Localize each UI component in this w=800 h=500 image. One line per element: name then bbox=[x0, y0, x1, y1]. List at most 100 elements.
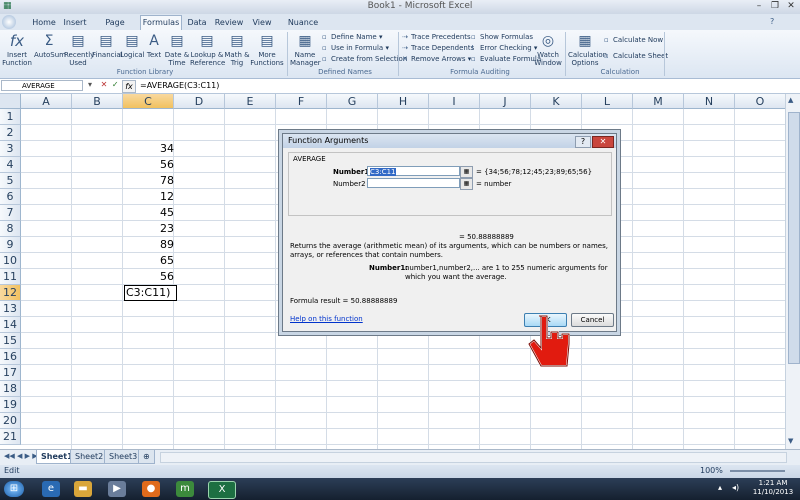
row-header-20[interactable]: 20 bbox=[0, 413, 21, 429]
remove-arrows-button[interactable]: ✕ Remove Arrows ▾ bbox=[402, 54, 471, 65]
tab-home[interactable]: Home bbox=[28, 16, 60, 30]
trace-precedents-button[interactable]: ⇢ Trace Precedents bbox=[402, 32, 471, 43]
column-header-d[interactable]: D bbox=[174, 94, 225, 109]
column-header-k[interactable]: K bbox=[531, 94, 582, 109]
cell-c8[interactable]: 23 bbox=[124, 221, 174, 237]
horizontal-scrollbar[interactable] bbox=[160, 452, 787, 463]
number1-input[interactable]: C3:C11 bbox=[367, 166, 460, 176]
row-header-19[interactable]: 19 bbox=[0, 397, 21, 413]
minimize-icon[interactable]: – bbox=[752, 1, 766, 12]
cell-c6[interactable]: 12 bbox=[124, 189, 174, 205]
tab-review[interactable]: Review bbox=[214, 16, 244, 30]
media-player-icon[interactable]: ▶ bbox=[108, 481, 126, 497]
scroll-down-icon[interactable]: ▼ bbox=[788, 437, 793, 445]
tab-data[interactable]: Data bbox=[184, 16, 210, 30]
folder-icon[interactable]: ▬ bbox=[74, 481, 92, 497]
calculate-now-button[interactable]: ▫ Calculate Now bbox=[604, 35, 663, 46]
firefox-icon[interactable]: ● bbox=[142, 481, 160, 497]
tab-view[interactable]: View bbox=[248, 16, 276, 30]
create-from-selection-button[interactable]: ▫ Create from Selection bbox=[322, 54, 407, 65]
column-header-h[interactable]: H bbox=[378, 94, 429, 109]
cancel-button[interactable]: Cancel bbox=[571, 313, 614, 327]
dropdown-icon[interactable]: ▾ bbox=[88, 80, 92, 89]
cell-c7[interactable]: 45 bbox=[124, 205, 174, 221]
restore-icon[interactable]: ❐ bbox=[768, 1, 782, 12]
dialog-help-icon[interactable]: ? bbox=[575, 136, 591, 148]
insert-function-button[interactable]: fx Insert Function bbox=[2, 32, 32, 67]
math-trig-button[interactable]: ▤ Math & Trig bbox=[224, 32, 250, 67]
tab-page-layout[interactable]: Page Layout bbox=[92, 16, 138, 41]
calculation-options-button[interactable]: ▦ Calculation Options bbox=[568, 32, 607, 67]
dialog-title[interactable]: Function Arguments bbox=[283, 134, 616, 148]
row-header-10[interactable]: 10 bbox=[0, 253, 21, 269]
office-button-icon[interactable] bbox=[2, 15, 16, 29]
lookup-reference-button[interactable]: ▤ Lookup & Reference bbox=[190, 32, 225, 67]
active-cell-c12[interactable]: C3:C11) bbox=[124, 285, 177, 301]
excel-logo-icon[interactable]: ▦ bbox=[3, 1, 12, 11]
scroll-up-icon[interactable]: ▲ bbox=[788, 96, 793, 104]
column-header-l[interactable]: L bbox=[582, 94, 633, 109]
row-header-11[interactable]: 11 bbox=[0, 269, 21, 285]
financial-button[interactable]: ▤ Financial bbox=[92, 32, 123, 59]
collapse-dialog-icon[interactable]: ▦ bbox=[460, 178, 473, 190]
cell-c9[interactable]: 89 bbox=[124, 237, 174, 253]
vertical-scrollbar[interactable]: ▲ ▼ bbox=[785, 94, 800, 449]
cell-c5[interactable]: 78 bbox=[124, 173, 174, 189]
name-manager-button[interactable]: ▦ Name Manager bbox=[290, 32, 321, 67]
column-header-f[interactable]: F bbox=[276, 94, 327, 109]
row-header-16[interactable]: 16 bbox=[0, 349, 21, 365]
column-header-o[interactable]: O bbox=[735, 94, 785, 109]
column-header-i[interactable]: I bbox=[429, 94, 480, 109]
row-header-7[interactable]: 7 bbox=[0, 205, 21, 221]
dialog-close-icon[interactable]: ✕ bbox=[592, 136, 614, 148]
cell-c4[interactable]: 56 bbox=[124, 157, 174, 173]
show-formulas-button[interactable]: ▫ Show Formulas bbox=[471, 32, 533, 43]
use-in-formula-button[interactable]: ▫ Use in Formula ▾ bbox=[322, 43, 389, 54]
column-header-a[interactable]: A bbox=[21, 94, 72, 109]
sheet-tab-sheet2[interactable]: Sheet2 bbox=[70, 450, 109, 464]
tab-nuance-pdf[interactable]: Nuance PDF bbox=[280, 16, 326, 41]
calculate-sheet-button[interactable]: ▫ Calculate Sheet bbox=[604, 51, 668, 62]
cell-c11[interactable]: 56 bbox=[124, 269, 174, 285]
cell-c10[interactable]: 65 bbox=[124, 253, 174, 269]
row-header-8[interactable]: 8 bbox=[0, 221, 21, 237]
help-on-function-link[interactable]: Help on this function bbox=[290, 315, 363, 323]
row-header-17[interactable]: 17 bbox=[0, 365, 21, 381]
row-header-13[interactable]: 13 bbox=[0, 301, 21, 317]
zoom-slider[interactable] bbox=[730, 470, 785, 472]
column-header-c[interactable]: C bbox=[123, 94, 174, 109]
scroll-thumb[interactable] bbox=[788, 112, 800, 364]
logical-button[interactable]: ▤ Logical bbox=[120, 32, 145, 59]
date-time-button[interactable]: ▤ Date & Time bbox=[164, 32, 190, 67]
insert-sheet-icon[interactable]: ⊕ bbox=[138, 450, 155, 464]
row-header-2[interactable]: 2 bbox=[0, 125, 21, 141]
sheet-tab-sheet3[interactable]: Sheet3 bbox=[104, 450, 143, 464]
tab-insert[interactable]: Insert bbox=[60, 16, 90, 30]
excel-taskbar-icon[interactable]: X bbox=[208, 481, 236, 499]
start-button-icon[interactable]: ⊞ bbox=[4, 481, 24, 497]
enter-check-icon[interactable]: ✓ bbox=[112, 80, 119, 89]
camtasia-icon[interactable]: m bbox=[176, 481, 194, 497]
autosum-button[interactable]: Σ AutoSum bbox=[34, 32, 66, 59]
row-header-6[interactable]: 6 bbox=[0, 189, 21, 205]
cell-c3[interactable]: 34 bbox=[124, 141, 174, 157]
column-header-m[interactable]: M bbox=[633, 94, 684, 109]
column-header-b[interactable]: B bbox=[72, 94, 123, 109]
row-header-4[interactable]: 4 bbox=[0, 157, 21, 173]
insert-function-icon[interactable]: fx bbox=[122, 80, 136, 93]
volume-icon[interactable]: ◂) bbox=[732, 483, 739, 492]
row-header-21[interactable]: 21 bbox=[0, 429, 21, 445]
column-header-g[interactable]: G bbox=[327, 94, 378, 109]
row-header-1[interactable]: 1 bbox=[0, 109, 21, 125]
more-functions-button[interactable]: ▤ More Functions bbox=[250, 32, 284, 67]
network-icon[interactable]: ▴ bbox=[718, 483, 722, 492]
zoom-level[interactable]: 100% bbox=[700, 466, 723, 475]
row-header-18[interactable]: 18 bbox=[0, 381, 21, 397]
help-icon[interactable]: ? bbox=[770, 17, 774, 26]
cancel-entry-icon[interactable]: ✕ bbox=[101, 80, 108, 89]
collapse-dialog-icon[interactable]: ▦ bbox=[460, 166, 473, 178]
trace-dependents-button[interactable]: ⇢ Trace Dependents bbox=[402, 43, 474, 54]
formula-input[interactable]: =AVERAGE(C3:C11) bbox=[140, 80, 219, 92]
recently-used-button[interactable]: ▤ Recently Used bbox=[64, 32, 94, 67]
column-header-n[interactable]: N bbox=[684, 94, 735, 109]
